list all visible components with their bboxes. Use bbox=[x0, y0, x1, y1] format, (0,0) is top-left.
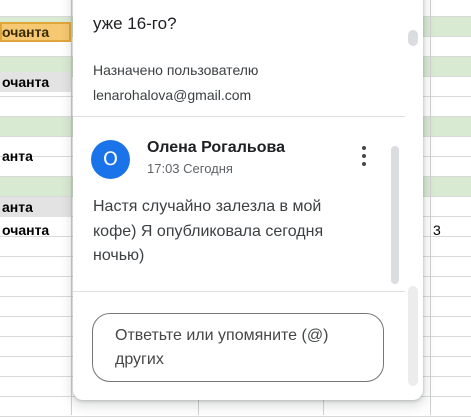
assigned-label: Назначено пользователю bbox=[93, 62, 259, 78]
more-options-icon[interactable] bbox=[352, 144, 376, 168]
more-options-dot bbox=[362, 146, 366, 150]
avatar: О bbox=[91, 140, 130, 179]
more-options-dot bbox=[362, 154, 366, 158]
assigned-email: lenarohalova@gmail.com bbox=[93, 87, 252, 103]
sheet-cell[interactable]: анта bbox=[0, 197, 71, 217]
selected-cell[interactable]: очанта bbox=[0, 22, 71, 42]
comment-scrollbar[interactable] bbox=[391, 146, 399, 284]
column-divider bbox=[430, 0, 431, 415]
scrollbar-thumb-top[interactable] bbox=[408, 30, 418, 46]
comment-author: Олена Рогальова bbox=[147, 139, 285, 156]
sheet-cell[interactable]: анта bbox=[0, 146, 71, 166]
column-divider bbox=[71, 0, 72, 415]
number-cell[interactable]: 3 bbox=[433, 220, 469, 240]
scrollbar-track-bottom[interactable] bbox=[408, 286, 418, 386]
comment-timestamp: 17:03 Сегодня bbox=[147, 161, 233, 176]
previous-comment-text: уже 16-го? bbox=[93, 14, 177, 33]
comment-card: уже 16-го? Назначено пользователю lenaro… bbox=[73, 0, 423, 400]
more-options-dot bbox=[362, 162, 366, 166]
reply-input[interactable]: Ответьте или упомяните (@) других bbox=[92, 313, 384, 382]
sheet-cell[interactable]: очанта bbox=[0, 72, 71, 92]
divider bbox=[73, 116, 405, 117]
sheet-cell[interactable]: очанта bbox=[0, 220, 71, 240]
divider bbox=[73, 291, 405, 292]
comment-text: Настя случайно залезла в мой кофе) Я опу… bbox=[93, 198, 324, 264]
